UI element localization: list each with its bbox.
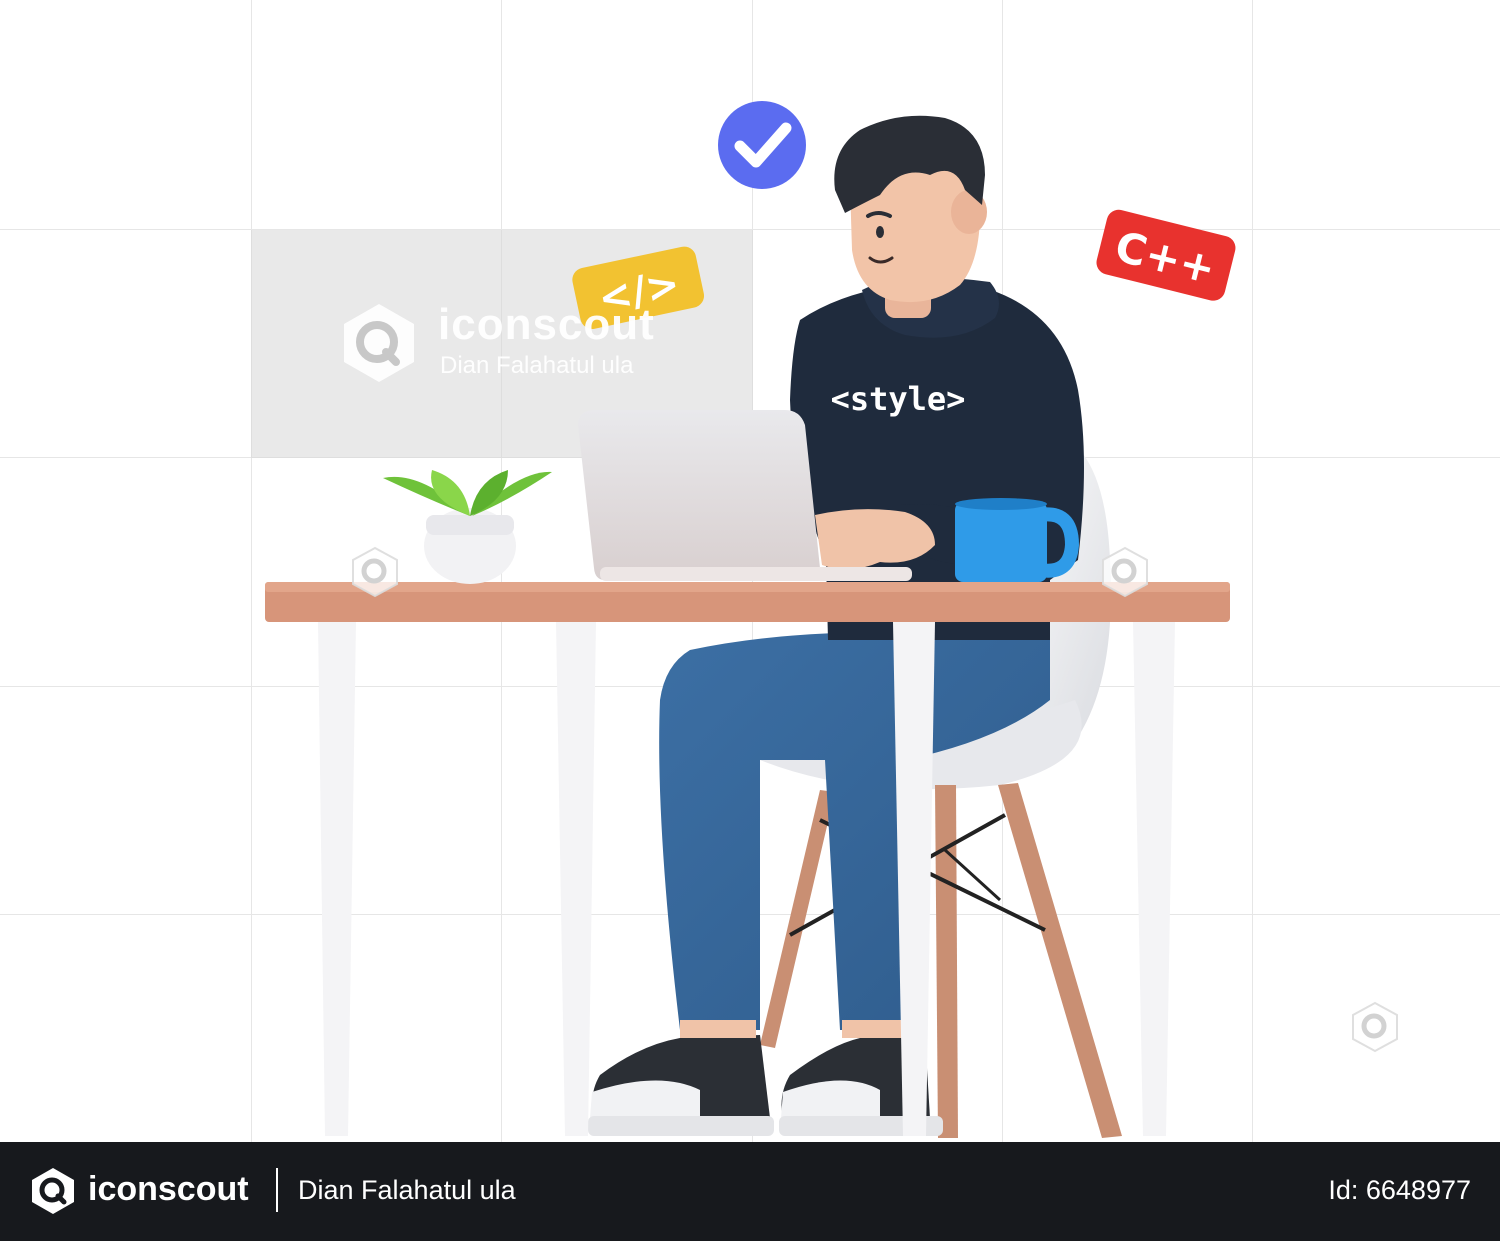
watermark-brand: iconscout (438, 300, 655, 349)
watermark-mini-icon (1102, 546, 1148, 598)
watermark-logo-icon (344, 304, 414, 382)
asset-id: Id: 6648977 (1328, 1175, 1471, 1205)
developer-illustration: <style> </> C++ (265, 101, 1236, 1138)
footer-author[interactable]: Dian Falahatul ula (298, 1175, 516, 1206)
footer-divider (276, 1168, 278, 1212)
watermark-author: Dian Falahatul ula (440, 352, 634, 379)
illustration-canvas: <style> </> C++ iconscout Dian Falahatul… (0, 0, 1500, 1142)
watermark-mini-icon (1352, 1001, 1398, 1053)
footer-brand[interactable]: iconscout (88, 1170, 249, 1209)
iconscout-logo-icon[interactable] (28, 1166, 78, 1216)
hoodie-text: <style> (831, 380, 966, 418)
watermark-mini-icon (352, 546, 398, 598)
check-badge (718, 101, 806, 189)
cpp-badge: C++ (1096, 209, 1236, 301)
plant (383, 470, 552, 584)
